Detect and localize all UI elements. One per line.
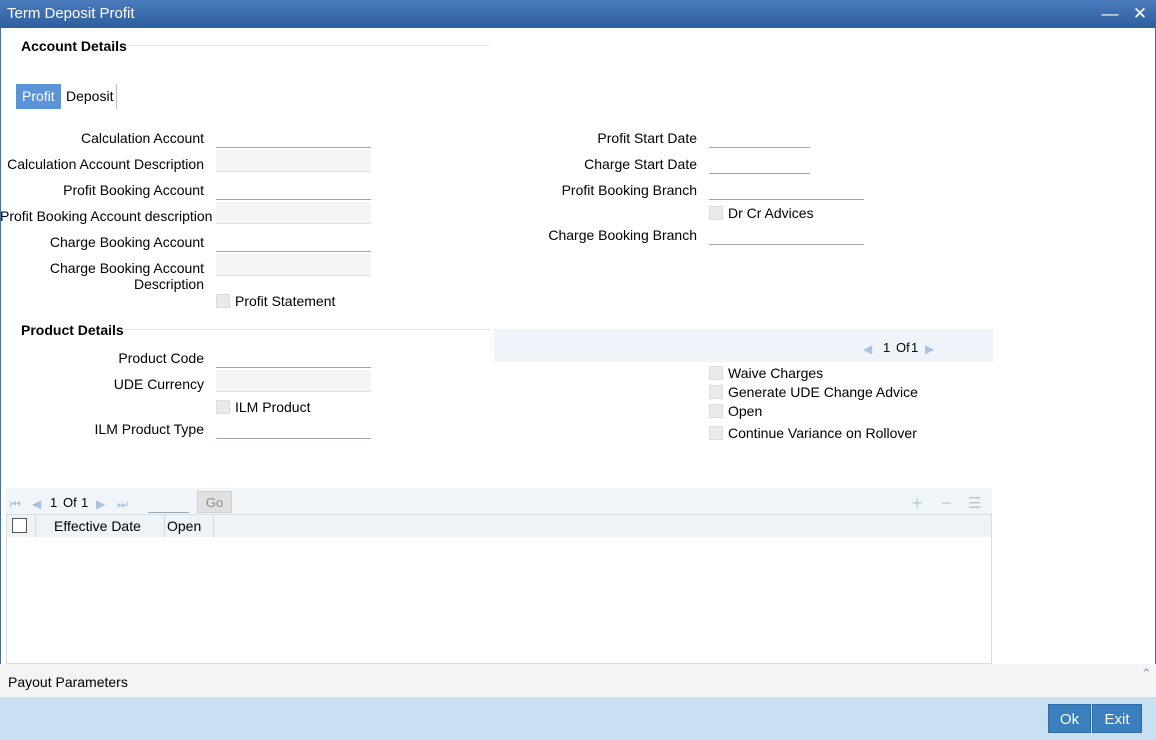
- window-title: Term Deposit Profit: [7, 5, 135, 22]
- product-pager-of: Of: [896, 340, 910, 355]
- effective-date-grid: Effective Date Open: [6, 514, 992, 664]
- generate-ude-change-advice-label: Generate UDE Change Advice: [728, 384, 918, 400]
- charge-booking-branch-label: Charge Booking Branch: [548, 227, 697, 243]
- close-icon[interactable]: ✕: [1130, 4, 1150, 24]
- tab-divider: [116, 84, 117, 109]
- row-details-icon[interactable]: ☰: [968, 494, 981, 512]
- first-page-icon[interactable]: ⏮: [10, 497, 21, 512]
- bottom-bar: [0, 697, 1156, 740]
- add-row-icon[interactable]: +: [912, 493, 923, 514]
- profit-statement-checkbox[interactable]: [216, 294, 230, 308]
- charge-booking-account-label: Charge Booking Account: [49, 234, 204, 250]
- continue-variance-label: Continue Variance on Rollover: [728, 425, 917, 441]
- chevron-up-icon[interactable]: ⌃: [1141, 666, 1152, 682]
- delete-row-icon[interactable]: −: [941, 493, 952, 514]
- grid-pager-current: 1: [50, 495, 58, 510]
- section-divider: [126, 45, 490, 46]
- grid-prev-page-icon[interactable]: ◀: [32, 497, 41, 511]
- calc-account-desc-label: Calculation Account Description: [7, 156, 204, 172]
- section-divider: [122, 329, 490, 330]
- profit-start-date-input[interactable]: [709, 126, 810, 148]
- profit-booking-account-desc-label: Profit Booking Account description: [0, 208, 213, 224]
- profit-booking-branch-input[interactable]: [709, 178, 864, 200]
- product-code-label: Product Code: [118, 350, 204, 366]
- account-details-title: Account Details: [21, 38, 127, 54]
- waive-charges-label: Waive Charges: [728, 365, 824, 381]
- profit-booking-account-desc-input: [216, 202, 371, 224]
- open-label: Open: [728, 403, 763, 419]
- calc-account-input[interactable]: [216, 126, 371, 148]
- charge-start-date-input[interactable]: [709, 152, 810, 174]
- charge-booking-account-desc-input: [216, 254, 371, 276]
- payout-parameters-band: [0, 664, 1156, 697]
- calc-account-label: Calculation Account: [81, 130, 204, 146]
- charge-booking-account-desc-label-line2: Description: [133, 276, 204, 292]
- waive-charges-checkbox[interactable]: [709, 366, 723, 380]
- calc-account-desc-input: [216, 150, 371, 172]
- product-pager-current: 1: [883, 340, 891, 355]
- payout-parameters-link[interactable]: Payout Parameters: [8, 674, 128, 690]
- column-header-effective-date[interactable]: Effective Date: [54, 518, 141, 534]
- ilm-product-checkbox[interactable]: [216, 400, 230, 414]
- grid-header: Effective Date Open: [7, 515, 991, 537]
- generate-ude-change-advice-checkbox[interactable]: [709, 385, 723, 399]
- minimize-icon[interactable]: —: [1100, 4, 1120, 24]
- column-separator: [164, 515, 165, 537]
- profit-booking-account-input[interactable]: [216, 178, 371, 200]
- profit-booking-branch-label: Profit Booking Branch: [561, 182, 697, 198]
- ilm-product-label: ILM Product: [235, 399, 311, 415]
- continue-variance-checkbox[interactable]: [709, 426, 723, 440]
- product-code-input[interactable]: [216, 346, 371, 368]
- charge-booking-account-input[interactable]: [216, 230, 371, 252]
- go-button[interactable]: Go: [197, 491, 232, 513]
- ilm-product-type-input[interactable]: [216, 417, 371, 439]
- ilm-product-type-label: ILM Product Type: [94, 421, 204, 437]
- grid-pager-total: 1: [81, 495, 89, 510]
- column-header-open[interactable]: Open: [167, 518, 201, 534]
- dr-cr-advices-label: Dr Cr Advices: [728, 205, 814, 221]
- open-checkbox[interactable]: [709, 404, 723, 418]
- charge-start-date-label: Charge Start Date: [584, 156, 697, 172]
- grid-next-page-icon[interactable]: ▶: [96, 497, 105, 511]
- dr-cr-advices-checkbox[interactable]: [709, 206, 723, 220]
- column-separator: [35, 515, 36, 537]
- last-page-icon[interactable]: ⏭: [117, 497, 128, 512]
- charge-booking-account-desc-label-line1: Charge Booking Account: [49, 260, 204, 276]
- product-details-title: Product Details: [21, 322, 124, 338]
- profit-booking-account-label: Profit Booking Account: [63, 182, 204, 198]
- next-page-icon[interactable]: ▶: [925, 342, 934, 356]
- ude-currency-input: [216, 370, 371, 392]
- prev-page-icon[interactable]: ◀: [863, 342, 872, 356]
- tab-profit[interactable]: Profit: [16, 84, 61, 109]
- grid-page-input[interactable]: [148, 491, 189, 513]
- tab-deposit[interactable]: Deposit: [60, 84, 119, 109]
- title-bar: Term Deposit Profit — ✕: [0, 0, 1156, 28]
- column-separator: [213, 515, 214, 537]
- select-all-checkbox[interactable]: [12, 518, 27, 533]
- ude-currency-label: UDE Currency: [113, 376, 204, 392]
- ok-button[interactable]: Ok: [1048, 704, 1091, 733]
- exit-button[interactable]: Exit: [1092, 704, 1142, 733]
- product-pager-total: 1: [911, 340, 919, 355]
- profit-start-date-label: Profit Start Date: [597, 130, 697, 146]
- charge-booking-branch-input[interactable]: [709, 223, 864, 245]
- grid-pager-of: Of: [63, 495, 77, 510]
- profit-statement-label: Profit Statement: [235, 293, 336, 309]
